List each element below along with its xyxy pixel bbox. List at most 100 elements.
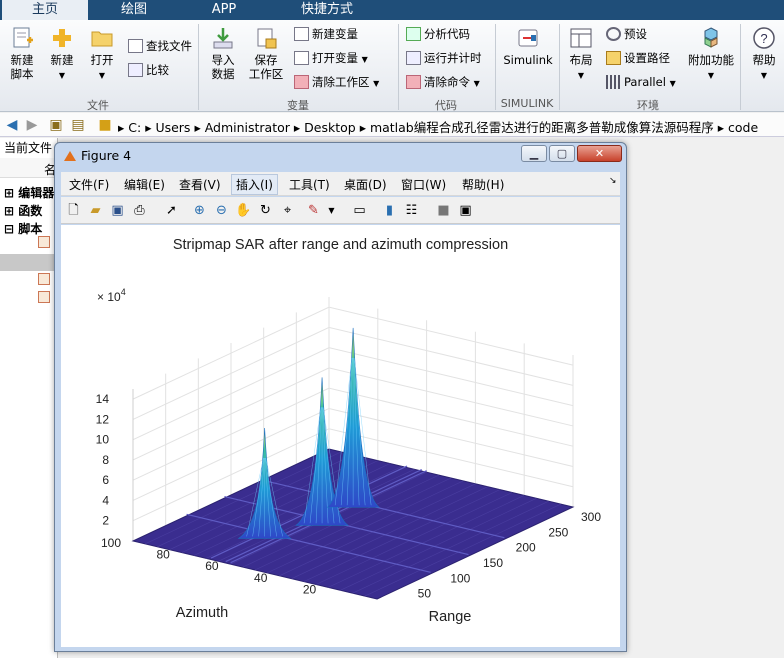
dropdown-arrow-icon: ▼ xyxy=(577,71,585,80)
brush-icon[interactable]: ✎ xyxy=(305,202,322,219)
open-file-icon[interactable]: ▰ xyxy=(87,202,104,219)
z-exponent-label: × 104 xyxy=(97,287,126,304)
addons-button[interactable]: 附加功能 ▼ xyxy=(688,26,734,83)
help-button[interactable]: ? 帮助 ▼ xyxy=(746,26,782,83)
save-icon[interactable]: ▣ xyxy=(109,202,126,219)
print-icon[interactable]: ⎙ xyxy=(131,202,148,219)
y-tick-label: 100 xyxy=(101,536,121,550)
data-cursor-icon[interactable]: ⌖ xyxy=(279,202,296,219)
ribbon: 新建 脚本 新建 ▼ 打开 ▼ 查找文件 比较 文件 导入 数据 保存 工作区 新建… xyxy=(0,20,784,112)
menu-help[interactable]: 帮助(H) xyxy=(462,176,504,193)
forward-arrow-icon[interactable]: ▶ xyxy=(24,117,40,133)
clear-commands-button[interactable]: 清除命令 ▼ xyxy=(406,72,480,92)
brush-dropdown-icon[interactable]: ▼ xyxy=(323,202,340,219)
parallel-button[interactable]: Parallel ▼ xyxy=(606,72,676,92)
group-label-variable: 变量 xyxy=(287,99,309,112)
script-file-icon[interactable] xyxy=(38,236,50,248)
open-button[interactable]: 打开 ▼ xyxy=(84,26,120,83)
simulink-button[interactable]: Simulink xyxy=(500,26,556,67)
maximize-button[interactable]: ▢ xyxy=(549,145,575,162)
colorbar-icon[interactable]: ▮ xyxy=(381,202,398,219)
tab-plots[interactable]: 绘图 xyxy=(96,0,172,20)
script-file-icon[interactable] xyxy=(38,291,50,303)
show-plot-tools-icon[interactable]: ▣ xyxy=(457,202,474,219)
zoom-out-icon[interactable]: ⊖ xyxy=(213,202,230,219)
breadcrumb-item[interactable]: Administrator xyxy=(205,120,290,135)
dropdown-arrow-icon: ▼ xyxy=(361,55,368,64)
find-files-button[interactable]: 查找文件 xyxy=(128,36,192,56)
legend-icon[interactable]: ☷ xyxy=(403,202,420,219)
new-button[interactable]: 新建 ▼ xyxy=(44,26,80,83)
breadcrumb-item[interactable]: matlab编程合成孔径雷达进行的距离多普勒成像算法源码程序 xyxy=(370,120,714,135)
layout-button[interactable]: 布局 ▼ xyxy=(564,26,598,83)
new-script-icon xyxy=(13,27,33,48)
tree-node-scripts[interactable]: ⊟ 脚本 xyxy=(4,220,42,237)
tree-node-editor[interactable]: ⊞ 编辑器 xyxy=(4,184,54,201)
folder-icon: ■ xyxy=(98,117,112,133)
clear-workspace-button[interactable]: 清除工作区 ▼ xyxy=(294,72,379,92)
compare-icon xyxy=(128,63,143,77)
new-variable-button[interactable]: 新建变量 xyxy=(294,24,358,44)
minimize-button[interactable]: ▁ xyxy=(521,145,547,162)
breadcrumb-item[interactable]: Desktop xyxy=(304,120,356,135)
save-workspace-button[interactable]: 保存 工作区 xyxy=(244,26,288,81)
up-folder-icon[interactable]: ▣ xyxy=(48,117,64,133)
collapse-icon[interactable]: ⊟ xyxy=(4,222,18,236)
set-path-button[interactable]: 设置路径 xyxy=(606,48,670,68)
menu-view[interactable]: 查看(V) xyxy=(179,176,221,193)
menu-insert[interactable]: 插入(I) xyxy=(231,174,278,195)
open-variable-button[interactable]: 打开变量 ▼ xyxy=(294,48,368,68)
breadcrumb-item[interactable]: Users xyxy=(155,120,190,135)
dropdown-arrow-icon: ▼ xyxy=(373,79,380,88)
menu-file[interactable]: 文件(F) xyxy=(69,176,109,193)
menu-tools[interactable]: 工具(T) xyxy=(289,176,330,193)
analyze-code-icon xyxy=(406,27,421,41)
pointer-icon[interactable]: ➚ xyxy=(163,202,180,219)
addons-icon xyxy=(704,27,718,48)
analyze-code-button[interactable]: 分析代码 xyxy=(406,24,470,44)
link-plot-icon[interactable]: ▭ xyxy=(351,202,368,219)
menu-edit[interactable]: 编辑(E) xyxy=(124,176,165,193)
tab-home[interactable]: 主页 xyxy=(2,0,88,20)
close-button[interactable]: ✕ xyxy=(577,145,622,162)
pan-hand-icon[interactable]: ✋ xyxy=(235,202,252,219)
new-script-button[interactable]: 新建 脚本 xyxy=(4,26,40,81)
import-data-label: 导入 数据 xyxy=(211,53,235,81)
back-arrow-icon[interactable]: ◀ xyxy=(4,117,20,133)
tab-apps[interactable]: APP xyxy=(182,0,266,20)
breadcrumb-item[interactable]: C: xyxy=(128,120,141,135)
hide-plot-tools-icon[interactable]: ■ xyxy=(435,202,452,219)
expand-icon[interactable]: ⊞ xyxy=(4,204,18,218)
ribbon-separator xyxy=(740,24,741,110)
zoom-in-icon[interactable]: ⊕ xyxy=(191,202,208,219)
menubar-overflow-icon[interactable]: ↘ xyxy=(609,176,617,186)
new-variable-label: 新建变量 xyxy=(312,27,358,41)
dropdown-arrow-icon: ▼ xyxy=(98,71,106,80)
menu-window[interactable]: 窗口(W) xyxy=(401,176,446,193)
browse-folder-icon[interactable]: ▤ xyxy=(70,117,86,133)
tab-shortcuts[interactable]: 快捷方式 xyxy=(276,0,378,20)
expand-icon[interactable]: ⊞ xyxy=(4,186,18,200)
script-file-icon[interactable] xyxy=(38,273,50,285)
run-and-time-button[interactable]: 运行并计时 xyxy=(406,48,482,68)
surface-plot[interactable]: 2 4 6 8 10 12 14 20 40 60 80 100 50 100 150 200 250 300 ×… xyxy=(61,225,620,647)
parallel-label: Parallel xyxy=(624,75,666,89)
import-data-button[interactable]: 导入 数据 xyxy=(204,26,242,81)
address-bar: ◀ ▶ ▣ ▤ ■ ▸ C: ▸ Users ▸ Administrator ▸… xyxy=(0,113,784,137)
x-axis-label: Range xyxy=(429,609,472,625)
dropdown-arrow-icon: ▼ xyxy=(473,79,480,88)
menu-desktop[interactable]: 桌面(D) xyxy=(344,176,387,193)
preferences-button[interactable]: 预设 xyxy=(606,24,647,44)
open-variable-icon xyxy=(294,51,309,65)
clear-commands-label: 清除命令 xyxy=(424,75,470,89)
rotate-3d-icon[interactable]: ↻ xyxy=(257,202,274,219)
find-files-icon xyxy=(128,39,143,53)
tree-node-functions[interactable]: ⊞ 函数 xyxy=(4,202,42,219)
breadcrumb: ▸ C: ▸ Users ▸ Administrator ▸ Desktop ▸… xyxy=(118,117,758,136)
compare-button[interactable]: 比较 xyxy=(128,60,169,80)
breadcrumb-item[interactable]: code xyxy=(728,120,758,135)
breadcrumb-separator-icon: ▸ xyxy=(145,120,156,135)
new-figure-icon[interactable]: 🗋 xyxy=(65,202,82,219)
tree-label: 编辑器 xyxy=(18,186,55,200)
selected-file-row[interactable] xyxy=(0,254,58,271)
